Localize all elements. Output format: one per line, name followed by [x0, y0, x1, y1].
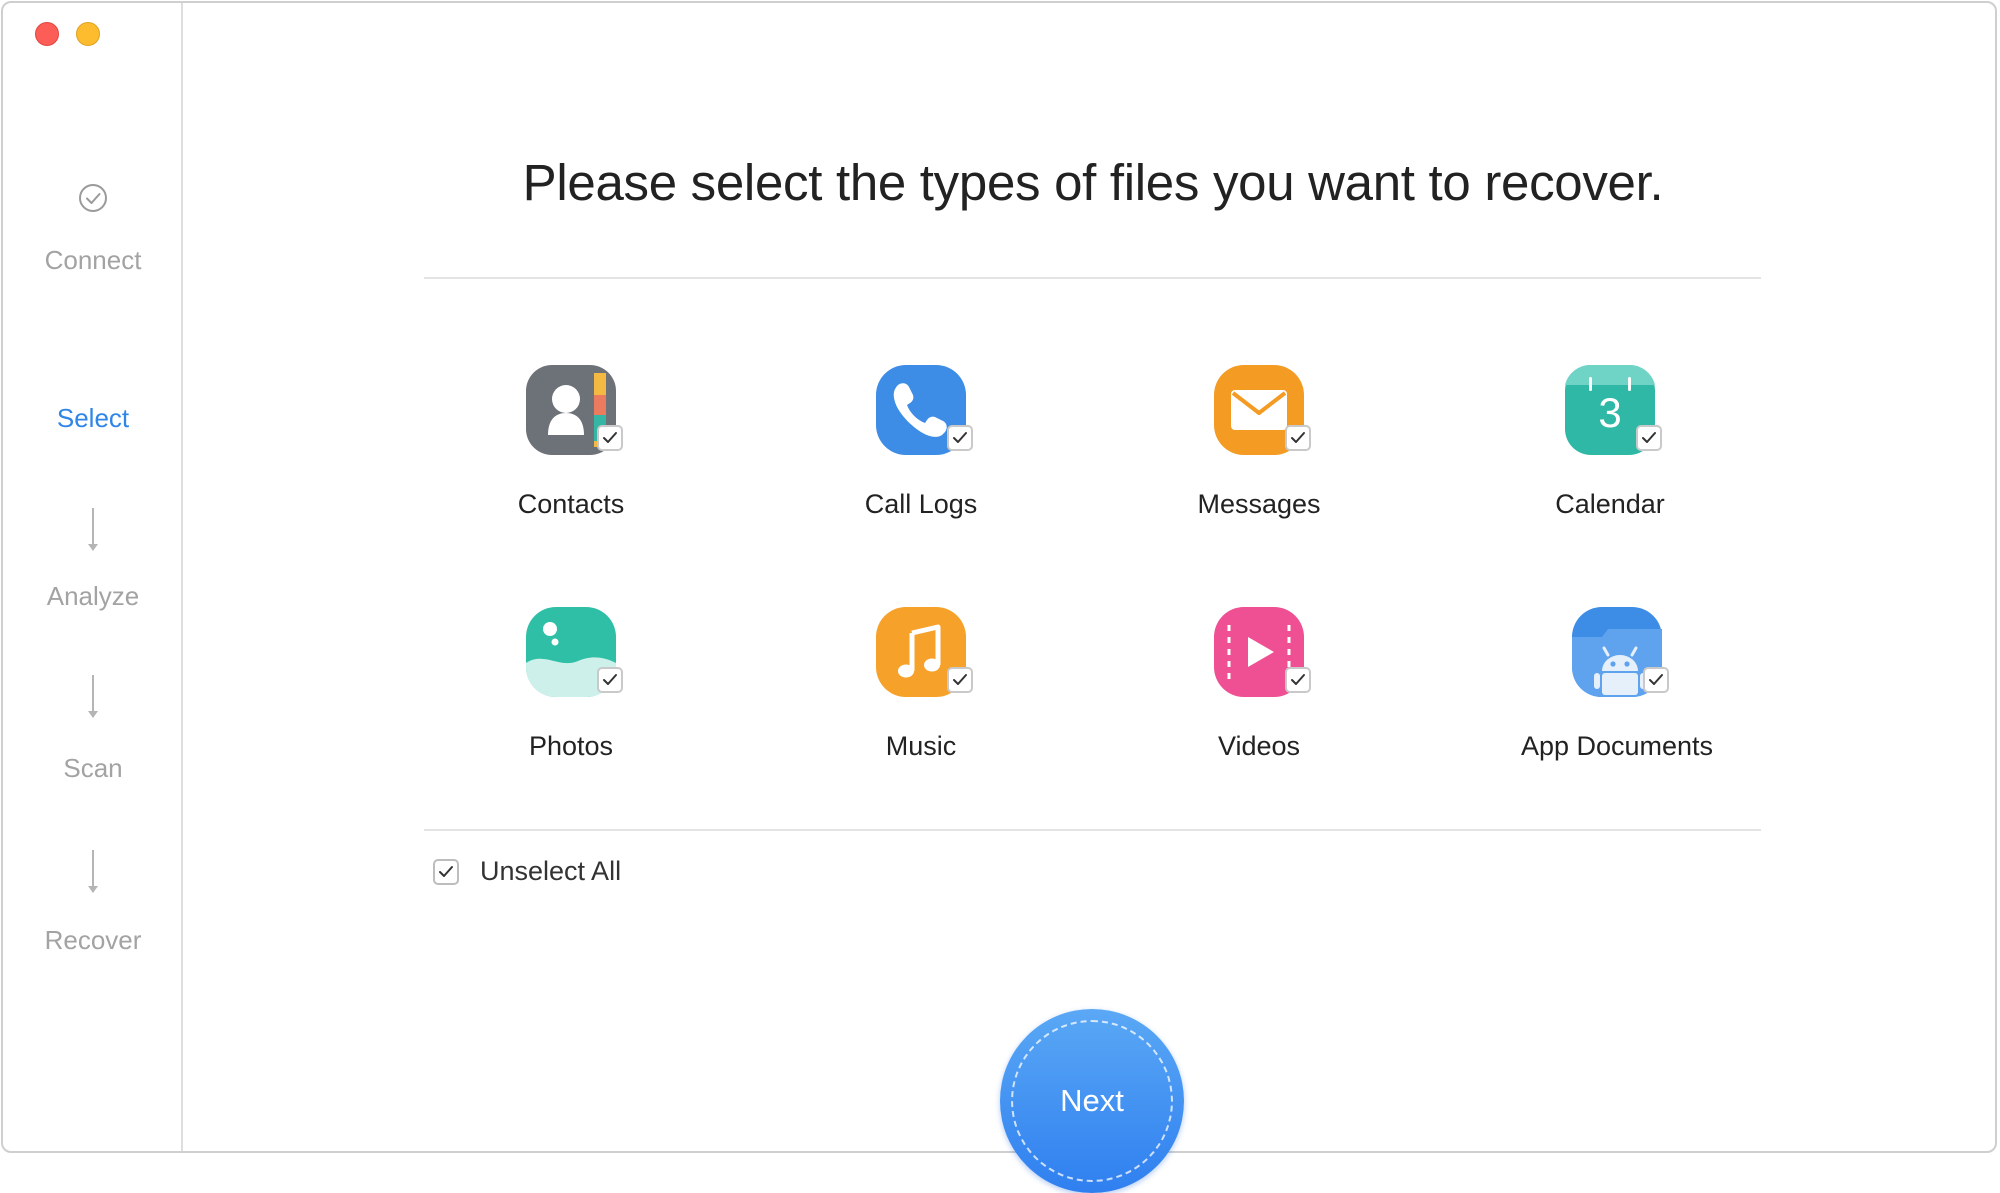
- file-type-contacts[interactable]: Contacts: [421, 365, 721, 565]
- file-type-videos[interactable]: Videos: [1109, 607, 1409, 807]
- down-arrow-icon: [3, 848, 183, 896]
- page-title: Please select the types of files you wan…: [522, 154, 1664, 211]
- videos-checkbox[interactable]: [1285, 667, 1311, 693]
- file-type-messages[interactable]: Messages: [1109, 365, 1409, 565]
- call-logs-checkbox[interactable]: [947, 425, 973, 451]
- call-logs-label: Call Logs: [864, 489, 978, 519]
- messages-label: Messages: [1197, 489, 1321, 519]
- down-arrow-icon: [3, 506, 183, 554]
- step-recover: Recover: [44, 925, 142, 955]
- app-documents-label: App Documents: [1520, 731, 1714, 761]
- photos-label: Photos: [528, 731, 614, 761]
- sidebar-steps: Connect Select Analyze Scan Recover: [3, 3, 183, 1151]
- file-type-app-documents[interactable]: App Documents: [1467, 607, 1767, 807]
- music-label: Music: [885, 731, 957, 761]
- top-divider: [424, 277, 1761, 279]
- step-select: Select: [56, 403, 130, 433]
- videos-label: Videos: [1217, 731, 1301, 761]
- next-button[interactable]: Next: [1000, 1009, 1184, 1193]
- contacts-label: Contacts: [517, 489, 625, 519]
- app-window: Connect Select Analyze Scan Recover Plea…: [1, 1, 1997, 1153]
- photos-checkbox[interactable]: [597, 667, 623, 693]
- check-circle-icon: [3, 183, 183, 213]
- unselect-all-label: Unselect All: [480, 856, 622, 886]
- music-checkbox[interactable]: [947, 667, 973, 693]
- contacts-checkbox[interactable]: [597, 425, 623, 451]
- file-type-music[interactable]: Music: [771, 607, 1071, 807]
- minimize-window-button[interactable]: [76, 22, 100, 46]
- step-connect: Connect: [44, 245, 142, 275]
- unselect-all-toggle[interactable]: Unselect All: [433, 856, 621, 887]
- file-type-call-logs[interactable]: Call Logs: [771, 365, 1071, 565]
- close-window-button[interactable]: [35, 22, 59, 46]
- calendar-label: Calendar: [1555, 489, 1665, 519]
- bottom-divider: [424, 829, 1761, 831]
- file-type-calendar[interactable]: 3 Calendar: [1460, 364, 1760, 565]
- app-documents-checkbox[interactable]: [1643, 667, 1669, 693]
- next-button-label: Next: [1060, 1083, 1124, 1118]
- step-scan: Scan: [63, 753, 123, 783]
- messages-checkbox[interactable]: [1285, 425, 1311, 451]
- step-analyze: Analyze: [46, 581, 140, 611]
- calendar-checkbox[interactable]: [1636, 425, 1662, 451]
- file-type-photos[interactable]: Photos: [421, 607, 721, 807]
- unselect-all-checkbox[interactable]: [433, 858, 459, 885]
- down-arrow-icon: [3, 673, 183, 721]
